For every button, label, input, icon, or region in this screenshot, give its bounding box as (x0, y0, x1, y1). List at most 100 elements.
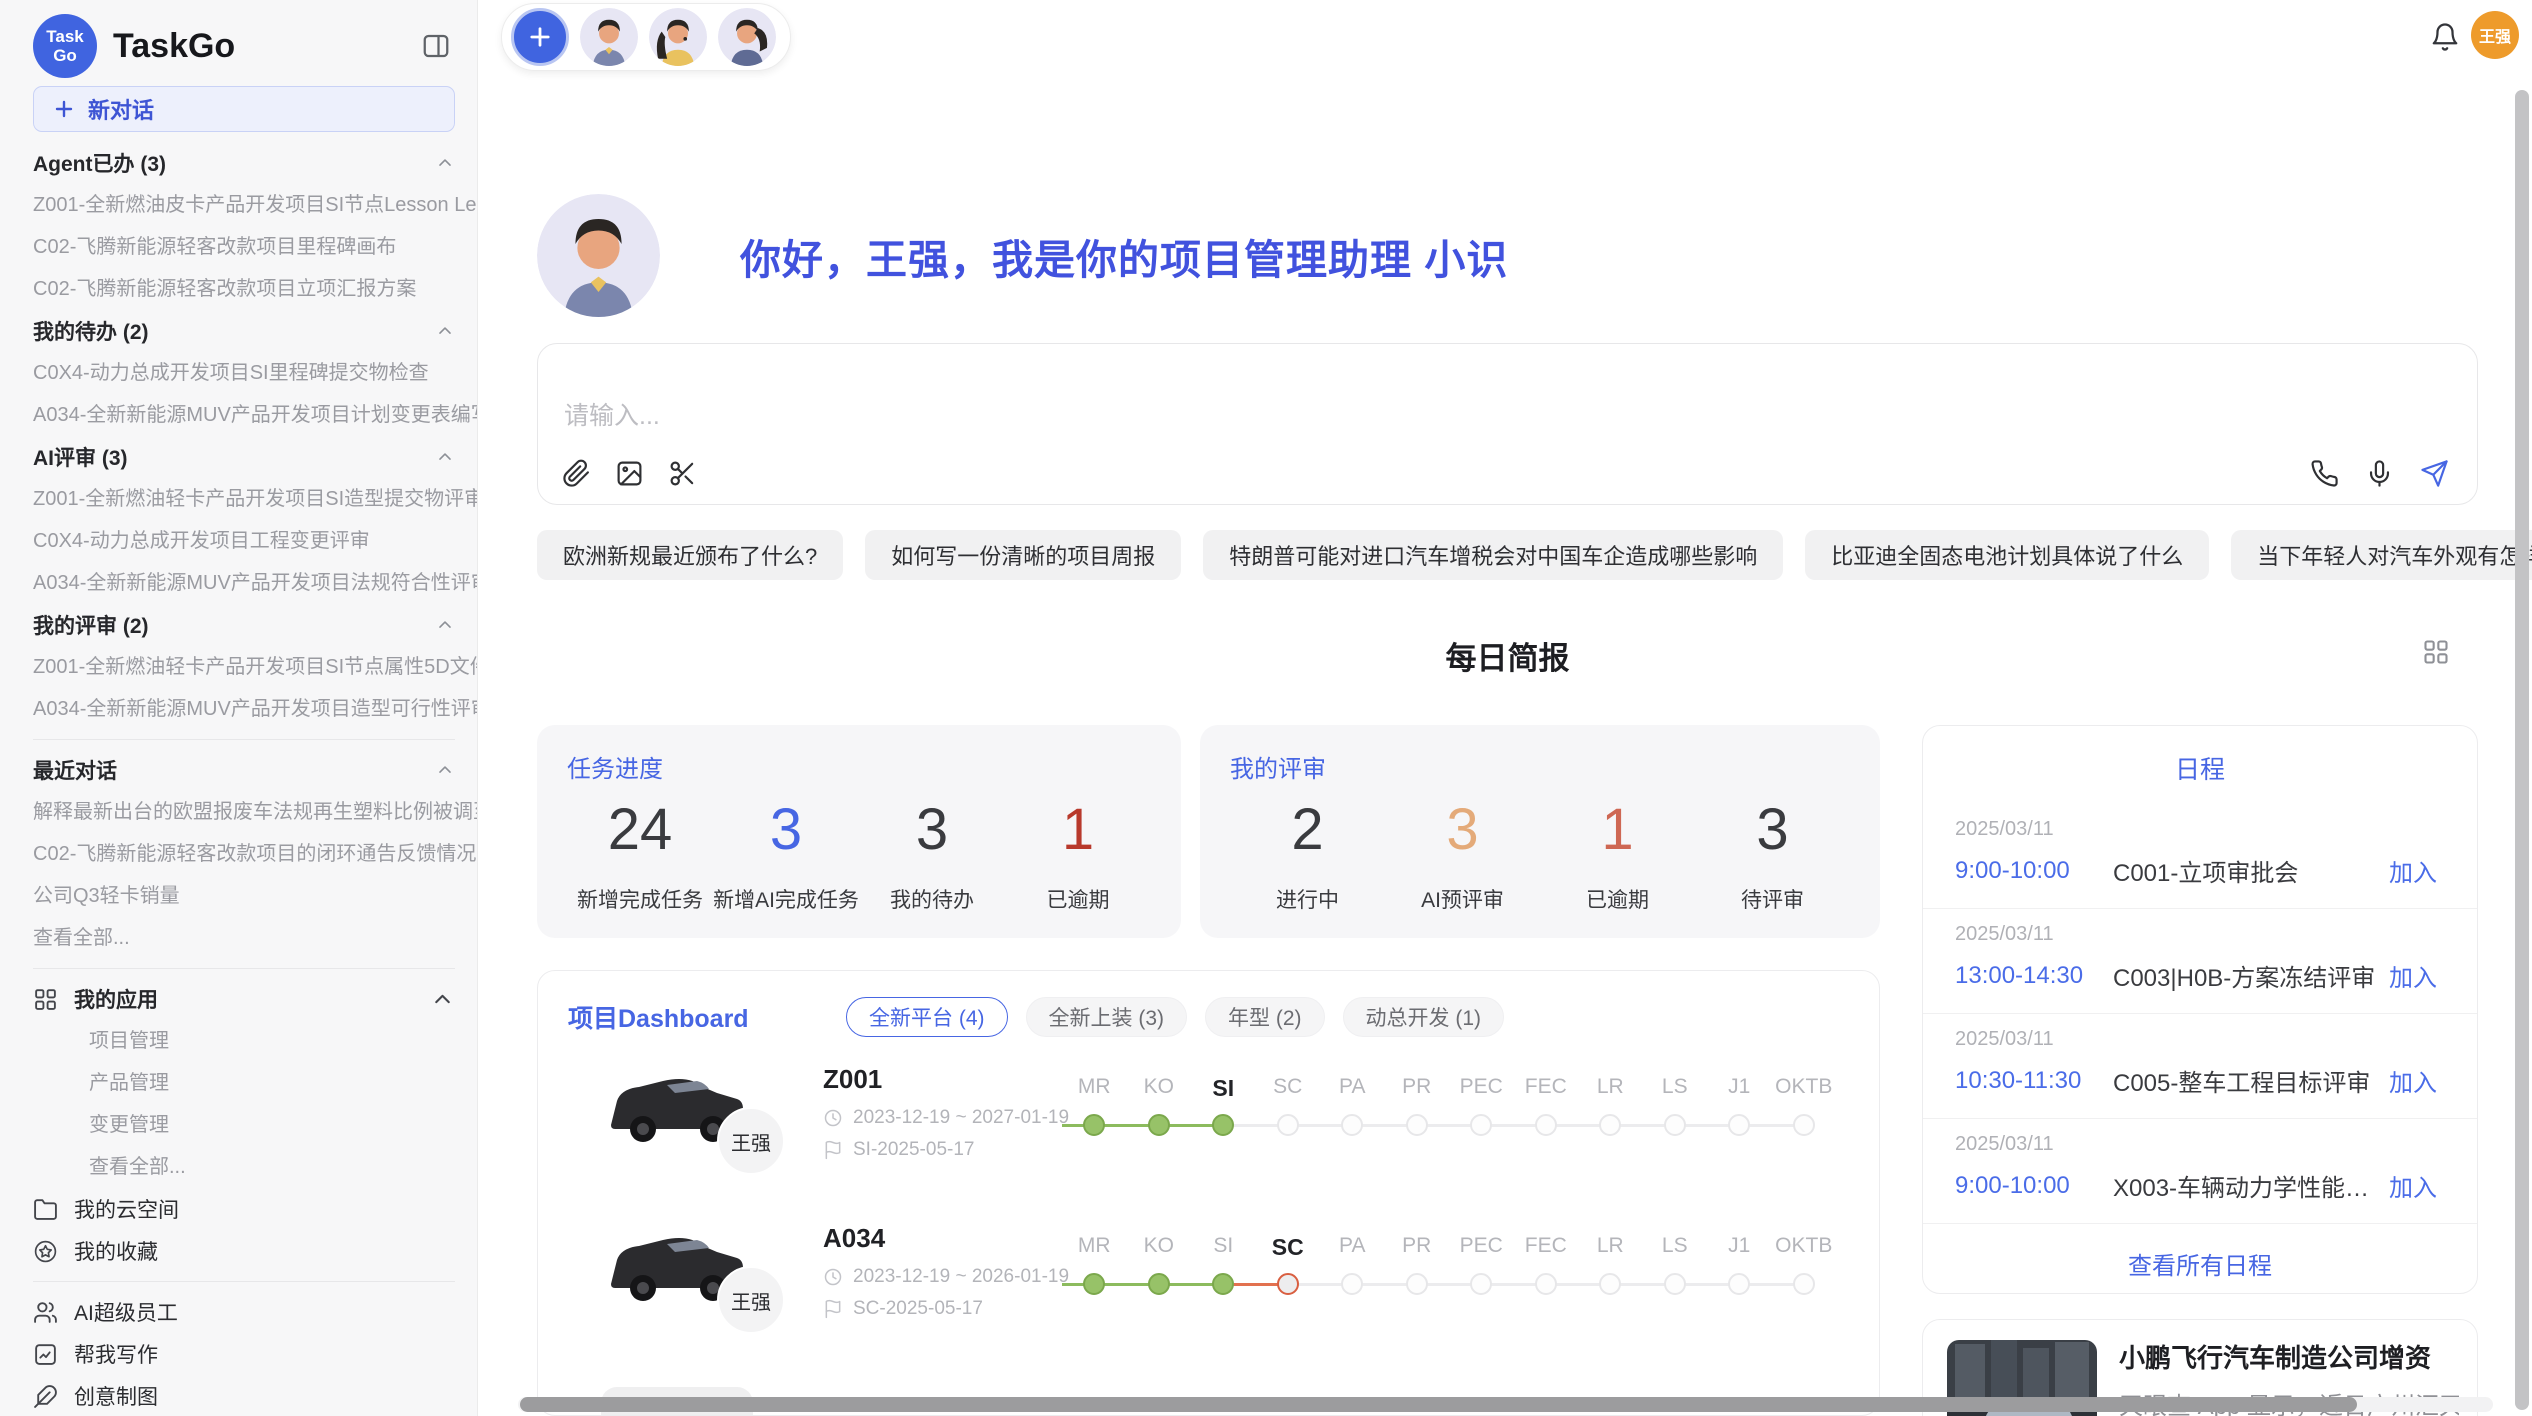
section-label: Agent已办 (3) (33, 148, 166, 178)
event-title: C001-立项审批会 (2113, 853, 2377, 888)
daily-brief-header: 每日简报 (537, 633, 2478, 678)
recent-chat-item[interactable]: 解释最新出台的欧盟报废车法规再生塑料比例被调至15%... (33, 791, 455, 833)
dashboard-tab[interactable]: 全新上装 (3) (1026, 997, 1188, 1037)
app-item[interactable]: 查看全部... (33, 1146, 455, 1188)
suggestion-chip[interactable]: 比亚迪全固态电池计划具体说了什么 (1805, 530, 2209, 580)
project-row[interactable]: 王强A0342023-12-19 ~ 2026-01-19SC-2025-05-… (538, 1210, 1879, 1369)
milestone: PEC (1449, 1051, 1514, 1161)
milestone-dot (1277, 1114, 1299, 1136)
sidebar-item[interactable]: A034-全新新能源MUV产品开发项目造型可行性评审 (33, 688, 455, 730)
sidebar-item[interactable]: A034-全新新能源MUV产品开发项目计划变更表编写 (33, 394, 455, 436)
milestone: SC (1256, 1051, 1321, 1161)
join-event-link[interactable]: 加入 (2389, 958, 2437, 993)
schedule-event: 2025/03/119:00-10:00X003-车辆动力学性能验...加入 (1923, 1119, 2477, 1224)
voice-call-icon[interactable] (2310, 459, 2339, 488)
input-toolbar-right (2310, 459, 2449, 488)
avatar[interactable] (649, 8, 707, 66)
dates-text: 2023-12-19 ~ 2026-01-19 (853, 1266, 1069, 1288)
dates-text: 2023-12-19 ~ 2027-01-19 (853, 1107, 1069, 1129)
app-item[interactable]: 产品管理 (33, 1062, 455, 1104)
dashboard-tab[interactable]: 全新平台 (4) (846, 997, 1008, 1037)
link-label: 我的收藏 (74, 1236, 158, 1266)
section-label: 最近对话 (33, 755, 117, 785)
vertical-scrollbar-thumb[interactable] (2515, 90, 2529, 1410)
stat-value: 3 (1695, 798, 1850, 862)
dashboard-tab[interactable]: 年型 (2) (1205, 997, 1325, 1037)
sidebar-item[interactable]: Z001-全新燃油轻卡产品开发项目SI造型提交物评审 (33, 478, 455, 520)
sidebar-item-star[interactable]: 我的收藏 (33, 1230, 455, 1272)
sidebar-tool[interactable]: AI超级员工 (33, 1291, 455, 1333)
avatar[interactable] (580, 8, 638, 66)
sidebar-tool[interactable]: 创意制图 (33, 1375, 455, 1416)
milestone-label: SC (1256, 1075, 1321, 1099)
link-label: 我的云空间 (74, 1194, 179, 1224)
project-flag-milestone: SI-2025-05-17 (823, 1139, 974, 1161)
join-event-link[interactable]: 加入 (2389, 1168, 2437, 1203)
sidebar-item[interactable]: C0X4-动力总成开发项目SI里程碑提交物检查 (33, 352, 455, 394)
event-time: 9:00-10:00 (1955, 857, 2113, 885)
milestone-label: LR (1578, 1234, 1643, 1258)
view-all-schedule-link[interactable]: 查看所有日程 (2128, 1246, 2272, 1281)
greeting-block: 你好，王强，我是你的项目管理助理 小识 (537, 194, 1508, 317)
app-item[interactable]: 项目管理 (33, 1020, 455, 1062)
notification-bell-icon[interactable] (2427, 20, 2463, 56)
chevron-up-icon (430, 987, 455, 1012)
suggestion-chip[interactable]: 特朗普可能对进口汽车增税会对中国车企造成哪些影响 (1203, 530, 1783, 580)
milestone: SI (1191, 1210, 1256, 1320)
layout-grid-icon[interactable] (2422, 638, 2450, 669)
attachment-icon[interactable] (562, 459, 591, 488)
event-time: 10:30-11:30 (1955, 1067, 2113, 1095)
horizontal-scrollbar-thumb[interactable] (520, 1397, 2357, 1412)
screenshot-scissors-icon[interactable] (668, 459, 697, 488)
sidebar-section-header[interactable]: Agent已办 (3) (33, 142, 455, 184)
divider (33, 1281, 455, 1282)
project-row[interactable]: 王强Z0012023-12-19 ~ 2027-01-19SI-2025-05-… (538, 1051, 1879, 1210)
new-chat-button[interactable]: 新对话 (33, 86, 455, 132)
sidebar-item-my-apps[interactable]: 我的应用 (33, 978, 455, 1020)
suggestion-chip[interactable]: 欧洲新规最近颁布了什么? (537, 530, 843, 580)
dashboard-tab[interactable]: 动总开发 (1) (1343, 997, 1505, 1037)
recent-chat-item[interactable]: C02-飞腾新能源轻客改款项目的闭环通告反馈情况 (33, 833, 455, 875)
sidebar-section-header[interactable]: 我的评审 (2) (33, 604, 455, 646)
suggestion-chip[interactable]: 当下年轻人对汽车外观有怎样的喜好趋势 (2231, 530, 2532, 580)
send-icon[interactable] (2420, 459, 2449, 488)
sidebar-collapse-icon[interactable] (417, 27, 455, 65)
microphone-icon[interactable] (2365, 459, 2394, 488)
image-upload-icon[interactable] (615, 459, 644, 488)
sidebar-section-header[interactable]: 我的待办 (2) (33, 310, 455, 352)
project-owner-badge: 王强 (717, 1266, 785, 1334)
milestone-dot (1341, 1273, 1363, 1295)
milestone-label: PR (1385, 1075, 1450, 1099)
recent-chat-item[interactable]: 查看全部... (33, 917, 455, 959)
app-item[interactable]: 变更管理 (33, 1104, 455, 1146)
stat-value: 24 (567, 798, 713, 862)
join-event-link[interactable]: 加入 (2389, 1063, 2437, 1098)
milestone-label: SI (1191, 1234, 1256, 1258)
join-event-link[interactable]: 加入 (2389, 853, 2437, 888)
sidebar-section-header[interactable]: AI评审 (3) (33, 436, 455, 478)
sidebar-item[interactable]: Z001-全新燃油皮卡产品开发项目SI节点Lesson Learn报告 (33, 184, 455, 226)
sidebar-item[interactable]: A034-全新新能源MUV产品开发项目法规符合性评审 (33, 562, 455, 604)
sidebar-item-folder[interactable]: 我的云空间 (33, 1188, 455, 1230)
input-toolbar-left (562, 459, 697, 488)
avatar[interactable] (718, 8, 776, 66)
user-avatar[interactable]: 王强 (2471, 11, 2519, 59)
milestone: PEC (1449, 1210, 1514, 1320)
milestone-dot (1341, 1114, 1363, 1136)
chat-input[interactable] (564, 396, 2064, 446)
recent-chat-item[interactable]: 公司Q3轻卡销量 (33, 875, 455, 917)
stat-card-title: 我的评审 (1230, 749, 1850, 784)
add-session-button[interactable] (511, 8, 569, 66)
sidebar-tool[interactable]: 帮我写作 (33, 1333, 455, 1375)
suggestion-chip[interactable]: 如何写一份清晰的项目周报 (865, 530, 1181, 580)
sidebar-section-header[interactable]: 最近对话 (33, 749, 455, 791)
event-time: 9:00-10:00 (1955, 1172, 2113, 1200)
sidebar-item[interactable]: C02-飞腾新能源轻客改款项目立项汇报方案 (33, 268, 455, 310)
sidebar-item[interactable]: C02-飞腾新能源轻客改款项目里程碑画布 (33, 226, 455, 268)
sidebar-item[interactable]: Z001-全新燃油轻卡产品开发项目SI节点属性5D文件评审 (33, 646, 455, 688)
sidebar-item[interactable]: C0X4-动力总成开发项目工程变更评审 (33, 520, 455, 562)
event-date: 2025/03/11 (1955, 1028, 2437, 1051)
milestone-dot (1470, 1273, 1492, 1295)
milestone-dot (1728, 1114, 1750, 1136)
stat-card-title: 任务进度 (567, 749, 1151, 784)
